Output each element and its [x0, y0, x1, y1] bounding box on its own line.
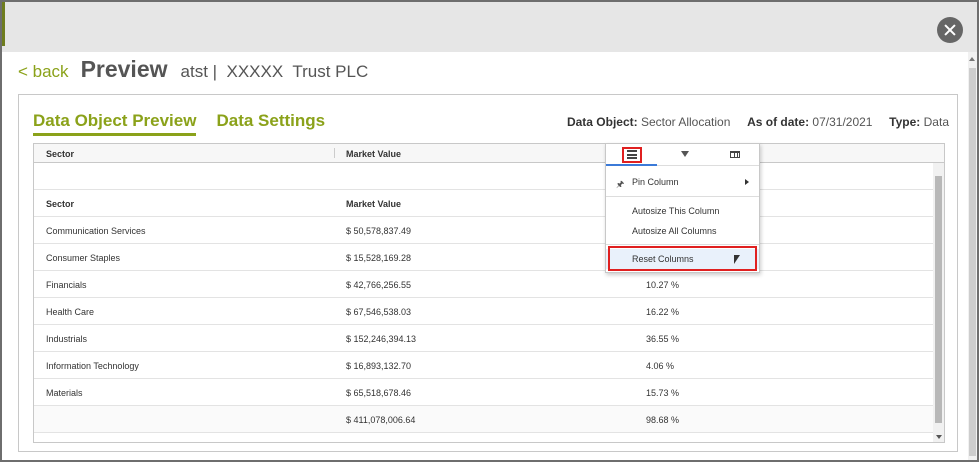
page-subtitle: atst | XXXXX Trust PLC [180, 62, 369, 81]
data-object-value: Sector Allocation [640, 115, 731, 129]
top-bar-accent [2, 2, 5, 46]
columns-icon [730, 151, 740, 158]
column-menu-tab-columns[interactable] [709, 144, 760, 166]
column-menu-tab-filter[interactable] [658, 144, 709, 166]
column-resize-handle[interactable] [334, 148, 335, 158]
menu-divider [606, 244, 759, 245]
table-row: Sector Market Value [34, 190, 944, 217]
preview-card: Data Object Preview Data Settings Data O… [18, 94, 958, 452]
data-object-label: Data Object: [566, 115, 638, 129]
page-header: < back Preview atst | XXXXX Trust PLC [18, 56, 368, 86]
page-scrollbar-thumb[interactable] [969, 68, 976, 456]
pin-icon: 🖈 [616, 179, 625, 189]
tab-bar: Data Object Preview Data Settings [33, 111, 345, 136]
scroll-up-arrow-icon[interactable] [969, 57, 975, 61]
page-title: Preview [80, 56, 168, 82]
scroll-down-arrow-icon[interactable] [936, 435, 942, 439]
type-value: Data [923, 115, 949, 129]
table-row: Information Technology $ 16,893,132.70 4… [34, 352, 944, 379]
back-link[interactable]: < back [18, 62, 69, 82]
column-header-sector[interactable]: Sector [46, 149, 74, 159]
page-scrollbar[interactable] [968, 52, 977, 460]
table-row: Consumer Staples $ 15,528,169.28 [34, 244, 944, 271]
table-row: Communication Services $ 50,578,837.49 [34, 217, 944, 244]
tab-data-object-preview[interactable]: Data Object Preview [33, 111, 197, 136]
column-menu-tabs [606, 144, 759, 166]
filter-icon [681, 151, 689, 157]
grid-scrollbar-thumb[interactable] [935, 176, 942, 423]
table-row: Industrials $ 152,246,394.13 36.55 % [34, 325, 944, 352]
grid-blank-row [34, 163, 944, 190]
menu-divider [606, 196, 759, 197]
data-object-meta: Data Object: Sector Allocation As of dat… [567, 115, 949, 129]
submenu-arrow-icon [745, 179, 749, 185]
highlight-box [622, 147, 642, 163]
as-of-date-value: 07/31/2021 [812, 115, 873, 129]
tab-data-settings[interactable]: Data Settings [216, 111, 325, 136]
menu-item-autosize-this-column[interactable]: Autosize This Column [606, 201, 759, 221]
grid-header-row: Sector Market Value [34, 144, 944, 163]
menu-item-pin-column[interactable]: 🖈 Pin Column [606, 172, 759, 192]
column-header-market-value[interactable]: Market Value [346, 149, 401, 159]
table-row: Materials $ 65,518,678.46 15.73 % [34, 379, 944, 406]
menu-item-autosize-all-columns[interactable]: Autosize All Columns [606, 221, 759, 241]
close-icon[interactable] [937, 17, 963, 43]
modal-top-bar [2, 2, 977, 52]
as-of-date-label: As of date: [747, 115, 810, 129]
table-row: Health Care $ 67,546,538.03 16.22 % [34, 298, 944, 325]
grid-scrollbar[interactable] [933, 163, 944, 442]
column-menu-tab-general[interactable] [606, 144, 657, 166]
table-row: Financials $ 42,766,256.55 10.27 % [34, 271, 944, 298]
data-grid: Sector Market Value Sector Market Value … [33, 143, 945, 443]
column-menu-popup: 🖈 Pin Column Autosize This Column Autosi… [605, 143, 760, 273]
table-row-total: $ 411,078,006.64 98.68 % [34, 406, 944, 433]
mouse-cursor-icon [734, 255, 740, 264]
type-label: Type: [889, 115, 921, 129]
